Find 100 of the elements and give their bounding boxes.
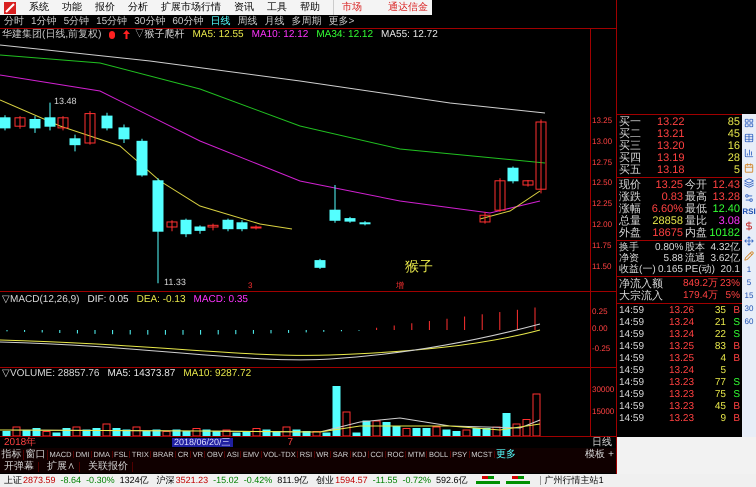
period-tab[interactable]: 30分钟 [134, 14, 166, 29]
tick-side: B [733, 305, 740, 316]
tick-volume: 21 [714, 318, 726, 328]
template-button[interactable]: 模板 [584, 450, 606, 460]
menu-item[interactable]: 分析 [128, 0, 148, 15]
period-button[interactable]: 15 [744, 292, 754, 300]
quote-value: 13.25 [654, 180, 683, 190]
period-button[interactable]: 60 [744, 318, 754, 326]
calendar-icon[interactable] [744, 163, 754, 173]
volume-bar [302, 430, 310, 436]
bid-volume: 45 [728, 128, 740, 140]
period-tab[interactable]: 月线 [264, 14, 284, 29]
indicator-value: MA5: 12.55 [192, 30, 244, 40]
quote-label: 内盘 [685, 228, 707, 238]
period-tab[interactable]: 更多> [328, 14, 354, 29]
period-tab[interactable]: 60分钟 [172, 14, 204, 29]
indicator-tab[interactable]: 指标 [0, 450, 24, 460]
stat-value: 20.1 [720, 264, 740, 274]
flow-percent: 23% [718, 279, 740, 289]
more-tab[interactable]: 更多 [494, 450, 517, 460]
menu-item[interactable]: 帮助 [300, 0, 320, 15]
axis-tick-label: 11.50 [592, 262, 612, 271]
quote-label: 外盘 [619, 228, 642, 238]
quote-label: 量比 [685, 216, 707, 226]
pencil-icon[interactable] [744, 251, 754, 261]
layers-icon[interactable] [744, 178, 754, 188]
volume-bar [432, 426, 440, 436]
volume-bar [282, 426, 290, 436]
tick-volume: 9 [720, 414, 726, 424]
dollar-icon[interactable] [744, 221, 754, 231]
market-tab[interactable]: 市场 [333, 0, 362, 15]
grid-icon[interactable] [744, 118, 754, 128]
tick-time: 14:59 [619, 306, 646, 316]
period-tab[interactable]: 日线 [210, 14, 230, 29]
bid-label: 买一 [619, 116, 642, 128]
volume-bar [72, 426, 80, 436]
event-marker: 增 [396, 282, 404, 290]
index-value: 1594.57 [335, 476, 368, 485]
period-tab[interactable]: 1分钟 [31, 14, 57, 29]
formula-name: ▽猴子爬杆 [134, 30, 184, 40]
tick-price: 13.24 [669, 366, 696, 376]
period-tab[interactable]: 15分钟 [96, 14, 128, 29]
volume-bar [12, 426, 20, 436]
tick-side: S [733, 377, 740, 388]
volume-bar [492, 426, 500, 436]
quote-label: 今开 [685, 180, 707, 190]
indicator-value: MA10: 12.12 [252, 30, 308, 40]
sliders-icon[interactable] [744, 193, 754, 203]
axis-tick-label: 12.25 [592, 200, 612, 208]
indicator-value: MA55: 12.72 [381, 30, 438, 40]
period-button[interactable]: 1 [746, 266, 752, 274]
add-button[interactable]: + [606, 450, 616, 460]
candle [208, 223, 218, 231]
index-value: 2873.59 [23, 476, 56, 485]
move-icon[interactable] [744, 236, 754, 246]
flow-label: 大宗流入 [619, 290, 663, 302]
menu-item[interactable]: 扩展市场行情 [161, 0, 221, 15]
menu-item[interactable]: 工具 [267, 0, 287, 15]
axis-tick-label: 13.25 [592, 117, 612, 125]
toolbar-link[interactable]: 扩展∧ [43, 462, 80, 472]
indicator-value: DEA: -0.13 [136, 294, 186, 305]
menu-item[interactable]: 报价 [95, 0, 115, 15]
period-button[interactable]: 5 [746, 279, 752, 287]
volume-bar [412, 428, 420, 436]
menu-item[interactable]: 系统 [29, 0, 49, 15]
stat-label: 净资 [619, 254, 640, 264]
stock-title: 华建集团(日线,前复权) [2, 30, 102, 40]
index-change: -11.55 [372, 476, 398, 485]
tick-price: 13.23 [669, 378, 696, 388]
volume-bar [462, 429, 470, 436]
axis-tick-label: 11.75 [592, 242, 612, 250]
period-tab[interactable]: 周线 [238, 14, 258, 29]
period-tab[interactable]: 分时 [4, 14, 24, 29]
period-tab[interactable]: 多周期 [292, 14, 322, 29]
menu-item[interactable]: 功能 [62, 0, 82, 15]
toolbar-link[interactable]: 开弹幕 [0, 462, 39, 472]
tick-price: 13.23 [669, 402, 696, 412]
period-label: 日线 [592, 438, 612, 448]
axis-tick-label: 0.00 [592, 325, 608, 333]
candle [84, 110, 96, 146]
candle [44, 102, 56, 131]
candle [70, 134, 80, 152]
toolbar-link[interactable]: 关联报价 [84, 462, 133, 472]
tick-time: 14:59 [619, 414, 646, 424]
candle [508, 166, 518, 184]
menu-item[interactable]: 资讯 [234, 0, 254, 15]
quote-label: 现价 [619, 180, 642, 190]
bar-chart-icon[interactable] [744, 148, 754, 158]
volume-bar [372, 420, 380, 436]
period-tab[interactable]: 5分钟 [64, 14, 90, 29]
rsi-button[interactable]: RSI [742, 208, 756, 216]
index-amount: 1324亿 [120, 476, 149, 485]
quote-value: 6.60% [650, 204, 683, 214]
quote-label: 总量 [619, 216, 642, 226]
candle [58, 116, 68, 131]
period-button[interactable]: 30 [744, 305, 754, 313]
axis-tick-label: 12.75 [592, 158, 612, 167]
table-icon[interactable] [744, 133, 754, 143]
tick-price: 13.23 [669, 414, 696, 424]
indicator-tab[interactable]: 窗口 [24, 450, 48, 460]
